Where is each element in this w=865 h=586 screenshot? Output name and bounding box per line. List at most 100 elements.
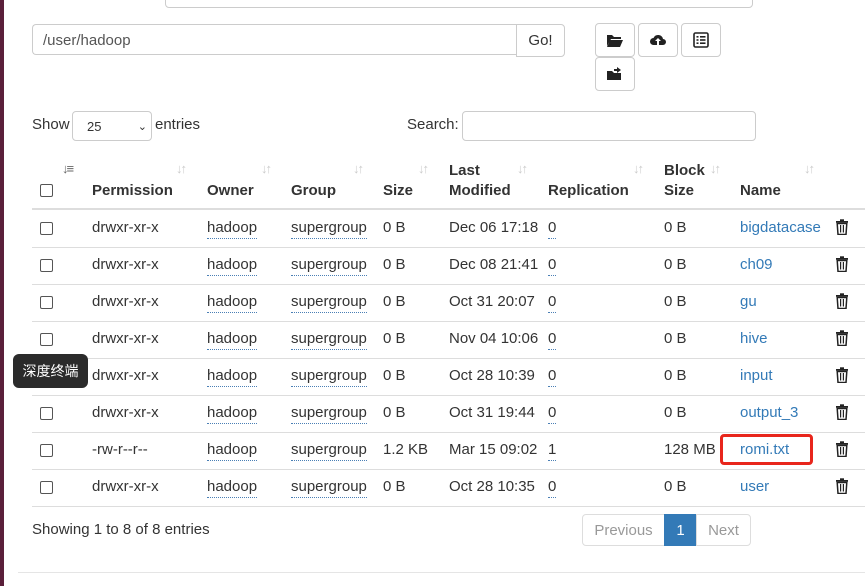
header-block-size-line2[interactable]: Size (664, 181, 694, 201)
cell-last-modified: Dec 08 21:41 (449, 256, 539, 273)
cell-group: supergroup (291, 440, 367, 461)
row-divider (32, 284, 865, 285)
sort-icon[interactable]: ↓↑ (418, 161, 429, 176)
cell-last-modified: Oct 31 20:07 (449, 293, 535, 310)
cell-group: supergroup (291, 218, 367, 239)
file-name-link[interactable]: gu (740, 292, 757, 312)
table-info: Showing 1 to 8 of 8 entries (32, 521, 210, 538)
next-page-button[interactable]: Next (696, 514, 751, 546)
header-owner[interactable]: Owner (207, 181, 254, 201)
window-left-edge (0, 0, 4, 586)
sort-icon[interactable]: ↓↑ (176, 161, 187, 176)
path-input[interactable]: /user/hadoop (32, 24, 516, 55)
cell-last-modified: Mar 15 09:02 (449, 441, 538, 458)
bottom-divider (18, 572, 865, 573)
page-size-select[interactable]: 25 ⌄ (72, 111, 152, 141)
previous-page-button[interactable]: Previous (582, 514, 665, 546)
top-input-field[interactable] (165, 0, 753, 8)
row-checkbox[interactable] (40, 259, 53, 272)
cloud-upload-icon (650, 34, 666, 45)
list-icon (693, 32, 709, 48)
row-checkbox[interactable] (40, 407, 53, 420)
page-size-value: 25 (87, 118, 102, 134)
sort-icon[interactable]: ↓↑ (804, 161, 815, 176)
header-block-size-line1[interactable]: Block (664, 161, 705, 181)
row-checkbox[interactable] (40, 296, 53, 309)
trash-icon[interactable] (835, 404, 849, 420)
select-all-checkbox[interactable] (40, 184, 53, 197)
chevron-down-icon: ⌄ (137, 121, 147, 133)
go-button[interactable]: Go! (516, 24, 565, 57)
cell-size: 1.2 KB (383, 441, 429, 458)
row-checkbox[interactable] (40, 444, 53, 457)
cell-block-size: 0 B (664, 367, 687, 384)
header-replication[interactable]: Replication (548, 181, 629, 201)
sort-icon[interactable]: ↓↑ (353, 161, 364, 176)
header-divider (32, 208, 865, 210)
cell-block-size: 0 B (664, 478, 687, 495)
file-name-link[interactable]: bigdatacase (740, 218, 821, 238)
trash-icon[interactable] (835, 256, 849, 272)
file-name-link[interactable]: output_3 (740, 403, 798, 423)
row-checkbox[interactable] (40, 481, 53, 494)
create-directory-button[interactable] (595, 23, 635, 57)
cell-last-modified: Nov 04 10:06 (449, 330, 539, 347)
cell-block-size: 0 B (664, 293, 687, 310)
cell-group: supergroup (291, 292, 367, 313)
cell-owner: hadoop (207, 292, 258, 313)
cell-replication: 0 (548, 292, 557, 313)
cell-block-size: 0 B (664, 256, 687, 273)
folder-open-icon (607, 35, 623, 47)
cut-paste-button[interactable] (681, 23, 721, 57)
file-name-link[interactable]: hive (740, 329, 768, 349)
upload-button[interactable] (638, 23, 678, 57)
row-checkbox[interactable] (40, 333, 53, 346)
cell-permission: drwxr-xr-x (92, 330, 159, 347)
cell-size: 0 B (383, 330, 406, 347)
trash-icon[interactable] (835, 478, 849, 494)
sort-icon[interactable]: ↓≡ (62, 161, 74, 176)
search-label: Search: (407, 116, 459, 133)
cell-group: supergroup (291, 477, 367, 498)
cell-owner: hadoop (207, 255, 258, 276)
header-last-modified-line2[interactable]: Modified (449, 181, 511, 201)
cell-permission: drwxr-xr-x (92, 367, 159, 384)
cell-block-size: 0 B (664, 404, 687, 421)
header-name[interactable]: Name (740, 181, 781, 201)
cell-permission: drwxr-xr-x (92, 256, 159, 273)
show-label: Show (32, 116, 70, 133)
trash-icon[interactable] (835, 219, 849, 235)
file-name-link[interactable]: user (740, 477, 769, 497)
highlight-annotation (720, 434, 813, 465)
row-checkbox[interactable] (40, 222, 53, 235)
trash-icon[interactable] (835, 330, 849, 346)
header-group[interactable]: Group (291, 181, 336, 201)
sort-icon[interactable]: ↓↑ (261, 161, 272, 176)
header-size[interactable]: Size (383, 181, 413, 201)
trash-icon[interactable] (835, 367, 849, 383)
header-last-modified-line1[interactable]: Last (449, 161, 480, 181)
sort-icon[interactable]: ↓↑ (710, 161, 721, 176)
cell-replication: 0 (548, 255, 557, 276)
cell-permission: drwxr-xr-x (92, 404, 159, 421)
page-1-button[interactable]: 1 (664, 514, 697, 546)
sort-icon[interactable]: ↓↑ (517, 161, 528, 176)
trash-icon[interactable] (835, 293, 849, 309)
search-input[interactable] (462, 111, 756, 141)
sort-icon[interactable]: ↓↑ (633, 161, 644, 176)
cell-permission: drwxr-xr-x (92, 293, 159, 310)
entries-label: entries (155, 116, 201, 133)
move-button[interactable] (595, 57, 635, 91)
cell-owner: hadoop (207, 366, 258, 387)
file-name-link[interactable]: ch09 (740, 255, 773, 275)
cell-last-modified: Oct 31 19:44 (449, 404, 535, 421)
cell-replication: 0 (548, 218, 557, 239)
row-divider (32, 395, 865, 396)
cell-permission: drwxr-xr-x (92, 219, 159, 236)
header-permission[interactable]: Permission (92, 181, 173, 201)
cell-block-size: 0 B (664, 219, 687, 236)
row-divider (32, 247, 865, 248)
file-name-link[interactable]: input (740, 366, 773, 386)
cell-size: 0 B (383, 293, 406, 310)
trash-icon[interactable] (835, 441, 849, 457)
